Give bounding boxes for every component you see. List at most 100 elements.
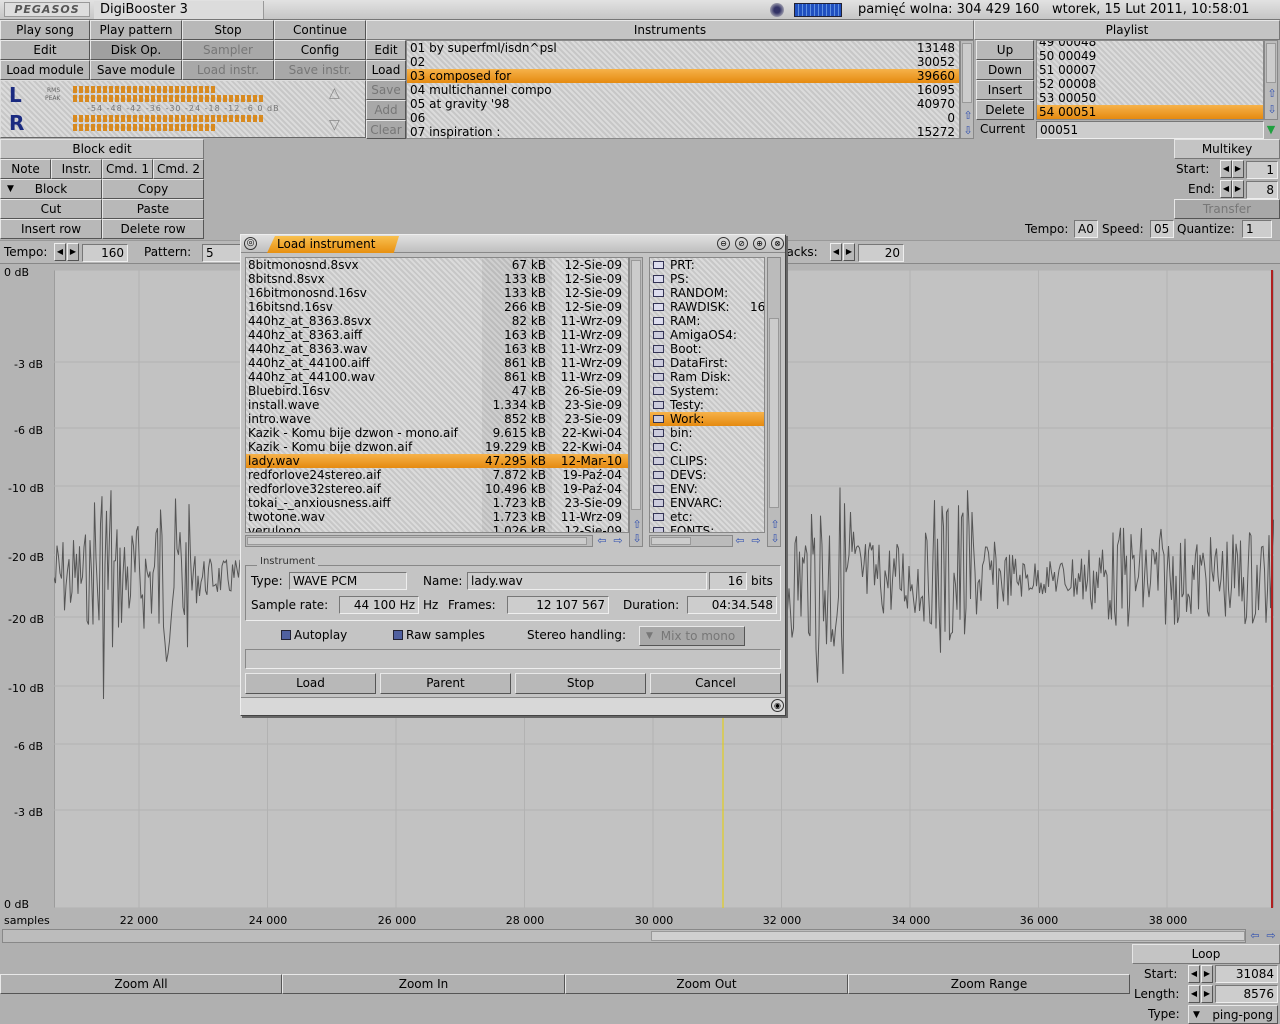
file-row[interactable]: Bluebird.16sv 47 kB 26-Sie-09 bbox=[246, 384, 628, 398]
scroll-left-icon[interactable]: ⇦ bbox=[595, 534, 609, 548]
instrument-scrollbar[interactable]: ⇧ ⇩ bbox=[960, 40, 974, 139]
playlist-insert-button[interactable]: Insert bbox=[976, 80, 1034, 100]
file-row[interactable]: verulong 1.026 kB 12-Sie-09 bbox=[246, 524, 628, 532]
volume-list-scrollbar[interactable]: ⇧ ⇩ bbox=[767, 257, 781, 547]
stereo-handling-dropdown[interactable]: ▼ Mix to mono bbox=[639, 626, 745, 646]
dialog-stop-button[interactable]: Stop bbox=[515, 673, 646, 694]
tempo-hex-field[interactable]: A0 bbox=[1074, 220, 1098, 238]
block-paste-button[interactable]: Paste bbox=[102, 199, 204, 219]
block-cut-button[interactable]: Cut bbox=[0, 199, 102, 219]
loop-start-field[interactable]: 31084 bbox=[1215, 965, 1278, 983]
save-instr-button[interactable]: Save instr. bbox=[274, 60, 366, 80]
scroll-right-icon[interactable]: ⇨ bbox=[611, 534, 625, 548]
scroll-up-icon[interactable]: ⇧ bbox=[961, 109, 975, 123]
volume-item[interactable]: DataFirst: bbox=[650, 356, 764, 370]
raw-samples-label[interactable]: Raw samples bbox=[406, 626, 485, 644]
block-copy-button[interactable]: Copy bbox=[102, 179, 204, 199]
arrow-left-icon[interactable]: ◀ bbox=[1220, 160, 1232, 178]
block-cmd1-button[interactable]: Cmd. 1 bbox=[102, 159, 153, 179]
volume-item[interactable]: C: bbox=[650, 440, 764, 454]
arrow-left-icon[interactable]: ◀ bbox=[830, 243, 842, 261]
scroll-up-icon[interactable]: ⇧ bbox=[1265, 87, 1279, 101]
zoom-range-button[interactable]: Zoom Range bbox=[848, 974, 1130, 994]
arrow-right-icon[interactable]: ▶ bbox=[67, 243, 79, 261]
list-item[interactable]: 06 0 bbox=[407, 111, 959, 125]
continue-button[interactable]: Continue bbox=[274, 20, 366, 40]
resize-icon[interactable]: ◉ bbox=[771, 699, 784, 712]
volume-item[interactable]: RAWDISK: 16 bbox=[650, 300, 764, 314]
volume-item[interactable]: DEVS: bbox=[650, 468, 764, 482]
scroll-down-icon[interactable]: ⇩ bbox=[768, 532, 782, 546]
volume-item[interactable]: Testy: bbox=[650, 398, 764, 412]
instrument-list[interactable]: 01 by superfml/isdn^psl 13148 02 30052 03 … bbox=[406, 40, 960, 139]
list-item[interactable]: 02 30052 bbox=[407, 55, 959, 69]
arrow-left-icon[interactable]: ◀ bbox=[1220, 180, 1232, 198]
instr-load-button[interactable]: Load bbox=[366, 60, 406, 80]
playlist-list[interactable]: 49 00048 50 00049 51 00007 52 00008 53 0… bbox=[1036, 40, 1264, 120]
autoplay-checkbox[interactable] bbox=[281, 630, 291, 640]
list-item[interactable]: 51 00007 bbox=[1039, 63, 1263, 77]
file-row[interactable]: install.wave 1.334 kB 23-Sie-09 bbox=[246, 398, 628, 412]
instr-save-button[interactable]: Save bbox=[366, 80, 406, 100]
volume-item[interactable]: ENV: bbox=[650, 482, 764, 496]
loop-type-dropdown[interactable]: ▼ ping-pong bbox=[1188, 1005, 1278, 1024]
waveform-scrollbar[interactable] bbox=[2, 929, 1246, 943]
instr-clear-button[interactable]: Clear bbox=[366, 120, 406, 139]
volume-item[interactable]: PRT: bbox=[650, 258, 764, 272]
transfer-button[interactable]: Transfer bbox=[1174, 199, 1280, 219]
volume-item[interactable]: System: bbox=[650, 384, 764, 398]
list-item[interactable]: 05 at gravity '98 40970 bbox=[407, 97, 959, 111]
block-instr-button[interactable]: Instr. bbox=[51, 159, 102, 179]
volume-item[interactable]: Ram Disk: bbox=[650, 370, 764, 384]
scroll-left-icon[interactable]: ⇦ bbox=[733, 534, 747, 548]
file-row-selected[interactable]: lady.wav 47.295 kB 12-Mar-10 bbox=[246, 454, 628, 468]
depth-icon[interactable]: ⊗ bbox=[771, 237, 784, 250]
pattern-field[interactable]: 5 bbox=[202, 244, 242, 262]
arrow-right-icon[interactable]: ▶ bbox=[1201, 965, 1213, 983]
file-row[interactable]: 440hz_at_8363.8svx 82 kB 11-Wrz-09 bbox=[246, 314, 628, 328]
volume-item[interactable]: RANDOM: bbox=[650, 286, 764, 300]
disk-op-button[interactable]: Disk Op. bbox=[90, 40, 182, 60]
loop-length-field[interactable]: 8576 bbox=[1215, 985, 1278, 1003]
scroll-up-icon[interactable]: ⇧ bbox=[630, 518, 644, 532]
file-row[interactable]: 8bitsnd.8svx 133 kB 12-Sie-09 bbox=[246, 272, 628, 286]
iconify-icon[interactable]: ⊖ bbox=[717, 237, 730, 250]
file-row[interactable]: Kazik - Komu bije dzwon.aif 19.229 kB 22-K… bbox=[246, 440, 628, 454]
file-row[interactable]: intro.wave 852 kB 23-Sie-09 bbox=[246, 412, 628, 426]
volume-item[interactable]: AmigaOS4: bbox=[650, 328, 764, 342]
volume-item[interactable]: PS: bbox=[650, 272, 764, 286]
zoom-in-button[interactable]: Zoom In bbox=[282, 974, 565, 994]
volume-item[interactable]: Boot: bbox=[650, 342, 764, 356]
load-button[interactable]: Load bbox=[245, 673, 376, 694]
arrow-left-icon[interactable]: ◀ bbox=[1188, 965, 1200, 983]
file-row[interactable]: twotone.wav 1.723 kB 11-Wrz-09 bbox=[246, 510, 628, 524]
arrow-right-icon[interactable]: ▶ bbox=[1201, 985, 1213, 1003]
list-item-selected[interactable]: 03 composed for 39660 bbox=[407, 69, 959, 83]
file-list-scrollbar[interactable]: ⇧ ⇩ bbox=[629, 257, 643, 547]
file-row[interactable]: 16bitmonosnd.16sv 133 kB 12-Sie-09 bbox=[246, 286, 628, 300]
list-item[interactable]: 52 00008 bbox=[1039, 77, 1263, 91]
scroll-thumb[interactable] bbox=[651, 931, 1245, 941]
file-list[interactable]: 8bitmonosnd.8svx 67 kB 12-Sie-09 8bitsnd.8s… bbox=[245, 257, 629, 533]
load-instr-button[interactable]: Load instr. bbox=[182, 60, 274, 80]
file-row[interactable]: 16bitsnd.16sv 266 kB 12-Sie-09 bbox=[246, 300, 628, 314]
list-item[interactable]: 04 multichannel compo 16095 bbox=[407, 83, 959, 97]
speed-field[interactable]: 05 bbox=[1150, 220, 1174, 238]
arrow-right-icon[interactable]: ▶ bbox=[1232, 180, 1244, 198]
play-song-button[interactable]: Play song bbox=[0, 20, 90, 40]
volume-item[interactable]: CLIPS: bbox=[650, 454, 764, 468]
save-module-button[interactable]: Save module bbox=[90, 60, 182, 80]
instr-edit-button[interactable]: Edit bbox=[366, 40, 406, 60]
instr-add-button[interactable]: Add bbox=[366, 100, 406, 120]
minimize-icon[interactable]: ⊘ bbox=[735, 237, 748, 250]
scroll-left-icon[interactable]: ⇦ bbox=[1248, 929, 1262, 943]
file-row[interactable]: redforlove32stereo.aif 10.496 kB 19-Paź-04 bbox=[246, 482, 628, 496]
speaker-icon[interactable] bbox=[770, 3, 784, 17]
file-row[interactable]: redforlove24stereo.aif 7.872 kB 19-Paź-04 bbox=[246, 468, 628, 482]
volume-item[interactable]: etc: bbox=[650, 510, 764, 524]
scroll-up-icon[interactable]: ⇧ bbox=[768, 518, 782, 532]
multikey-end-field[interactable]: 8 bbox=[1246, 181, 1278, 199]
arrow-left-icon[interactable]: ◀ bbox=[1188, 985, 1200, 1003]
list-item[interactable]: 07 inspiration :15272 bbox=[407, 125, 959, 139]
playlist-current-field[interactable]: 00051 bbox=[1036, 121, 1264, 139]
